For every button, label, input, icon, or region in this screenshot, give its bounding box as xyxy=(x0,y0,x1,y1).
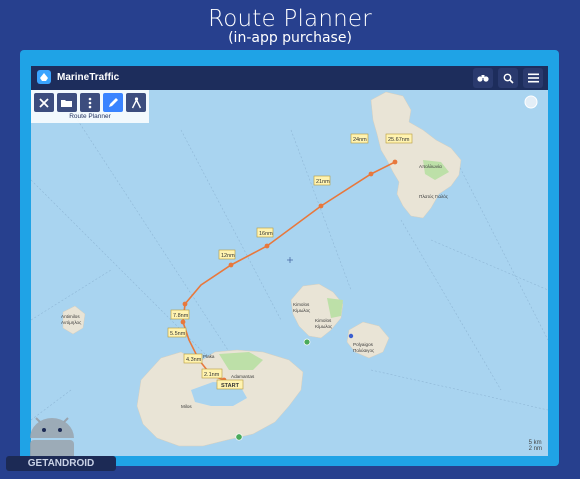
draw-route-button[interactable] xyxy=(103,93,123,112)
waypoint-4.3nm: 4.3nm xyxy=(186,357,202,363)
place-polyaigos: Polyaigos xyxy=(353,342,374,347)
open-route-button[interactable] xyxy=(57,93,77,112)
watermark-text: GETANDROID xyxy=(6,456,116,471)
place-antimilos: Antimilos xyxy=(61,314,80,319)
brand-name: MarineTraffic xyxy=(57,71,120,83)
close-button[interactable] xyxy=(34,93,54,112)
place-kimolos-gr-2: Κίμωλος xyxy=(315,324,333,329)
brand: MarineTraffic xyxy=(37,70,119,84)
scale-nm: 2 nm xyxy=(528,446,542,452)
waypoint-7.8nm: 7.8nm xyxy=(173,313,189,319)
binoculars-button[interactable] xyxy=(473,68,493,88)
locate-icon xyxy=(524,95,538,109)
route-start-label: START xyxy=(221,383,240,389)
place-platys-gialos: Πλατύς Γιαλός xyxy=(419,193,449,199)
place-kimolos-2: Kimolos xyxy=(315,318,332,323)
binoculars-icon xyxy=(477,75,489,82)
search-icon xyxy=(503,73,514,84)
marinetraffic-logo-icon xyxy=(37,70,51,84)
place-antimilos-gr: Αντίμηλος xyxy=(61,320,82,325)
waypoint-16nm: 16nm xyxy=(259,231,273,237)
place-kimolos: Kimolos xyxy=(293,302,310,307)
waypoint-5.5nm: 5.5nm xyxy=(170,331,186,337)
waypoint-2.1nm: 2.1nm xyxy=(204,372,220,378)
toolbar-caption: Route Planner xyxy=(69,113,111,120)
waypoint-21nm: 21nm xyxy=(316,179,330,185)
measure-button[interactable] xyxy=(126,93,146,112)
map-scale: 5 km 2 nm xyxy=(529,440,542,452)
map-canvas[interactable]: 2.1nm 4.3nm 5.5nm 7.8nm 12nm 16nm 21nm 2… xyxy=(31,90,548,456)
close-icon xyxy=(39,97,49,108)
place-polyaigos-gr: Πολύαιγος xyxy=(353,347,375,353)
app-screen: 2.1nm 4.3nm 5.5nm 7.8nm 12nm 16nm 21nm 2… xyxy=(31,66,548,456)
compass-icon xyxy=(131,96,141,108)
waypoint-25.67nm: 25.67nm xyxy=(388,137,410,143)
menu-icon xyxy=(527,73,539,83)
more-button[interactable] xyxy=(80,93,100,112)
folder-icon xyxy=(61,99,72,107)
app-bar: MarineTraffic xyxy=(31,66,548,90)
place-milos: Milos xyxy=(181,404,192,409)
page-title: Route Planner xyxy=(208,6,372,32)
more-vertical-icon xyxy=(88,97,92,108)
waypoint-24nm: 24nm xyxy=(353,137,367,143)
place-adamantas: Adamantas xyxy=(231,374,255,379)
place-kimolos-gr: Κίμωλος xyxy=(293,308,311,313)
page-subtitle: (in-app purchase) xyxy=(228,30,352,46)
search-button[interactable] xyxy=(498,68,518,88)
place-apollonia: Απολλωνία xyxy=(419,164,442,169)
route-planner-toolbar: Route Planner xyxy=(31,90,149,123)
place-plaka: Plaka xyxy=(203,354,215,359)
pencil-icon xyxy=(108,98,118,107)
menu-button[interactable] xyxy=(523,68,543,88)
waypoint-12nm: 12nm xyxy=(221,253,235,259)
